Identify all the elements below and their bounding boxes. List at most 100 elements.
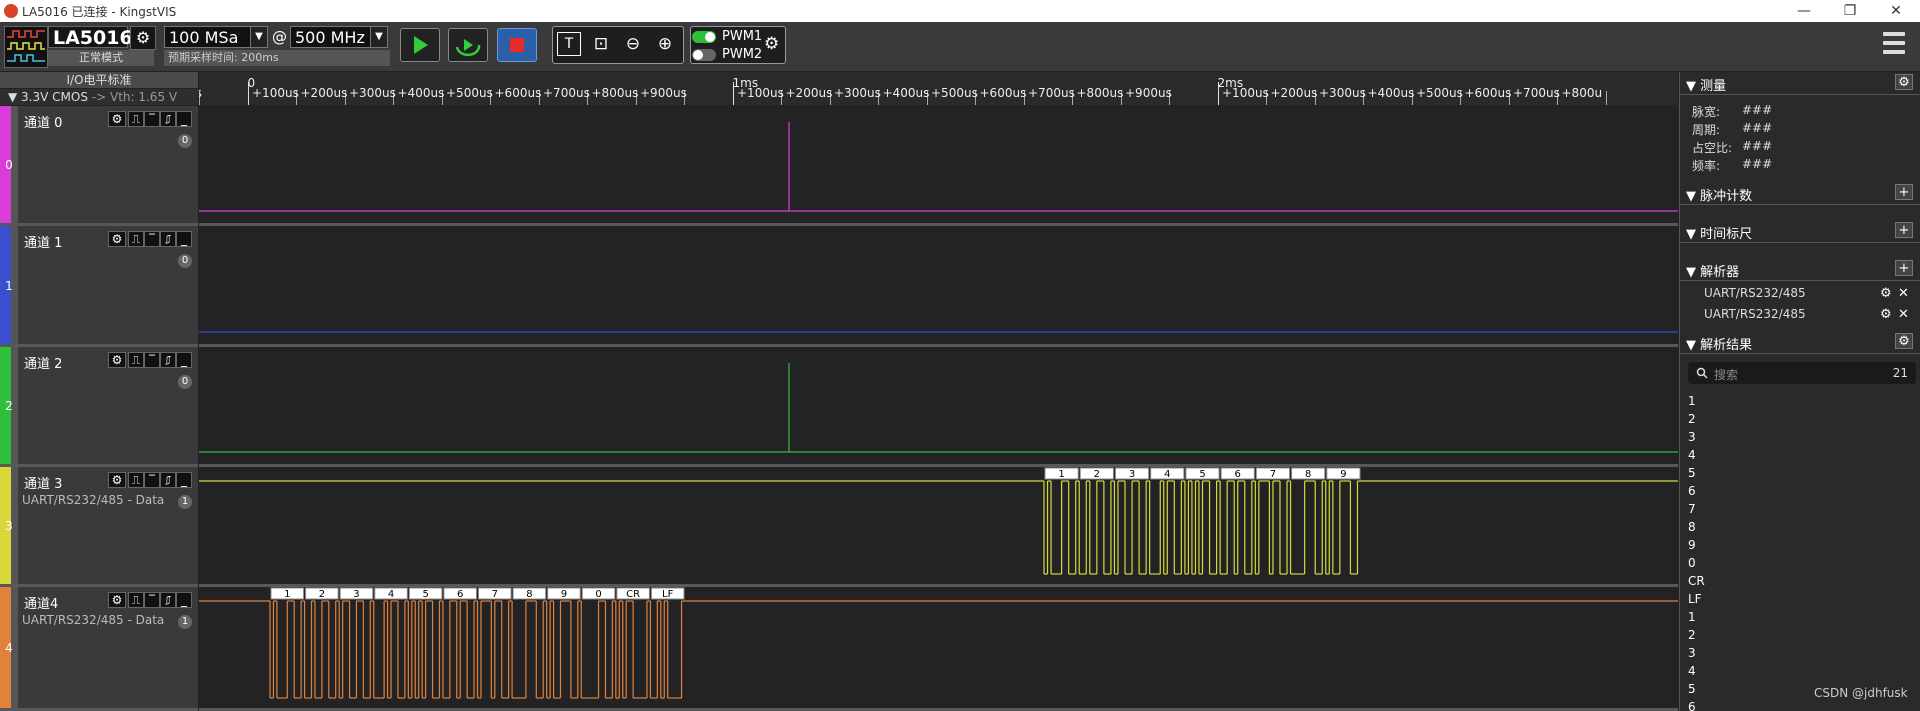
- results-title: 解析结果: [1700, 338, 1753, 353]
- channel-name[interactable]: 通道 1: [24, 232, 62, 251]
- pwm2-row[interactable]: PWM2: [692, 47, 772, 64]
- text-tool-icon[interactable]: T: [557, 32, 581, 56]
- falling-edge-trigger-icon[interactable]: ⎎: [160, 592, 176, 608]
- results-section[interactable]: ▼ 解析结果 ⚙: [1680, 331, 1920, 354]
- waveform-0[interactable]: [199, 106, 1678, 226]
- result-item[interactable]: 2: [1688, 410, 1916, 428]
- ruler-label: +300us: [834, 86, 881, 100]
- stop-button[interactable]: [497, 28, 537, 62]
- analyzer-section[interactable]: ▼ 解析器 +: [1680, 258, 1920, 281]
- waveform-3[interactable]: 1 2 3 4 5 6 7 8 9: [199, 467, 1678, 587]
- falling-edge-trigger-icon[interactable]: ⎎: [160, 472, 176, 488]
- repeat-start-button[interactable]: [448, 28, 488, 62]
- vth-value: -> Vth: 1.65 V: [91, 90, 178, 104]
- rising-edge-trigger-icon[interactable]: ⎍: [128, 352, 144, 368]
- time-ruler-title: 时间标尺: [1700, 227, 1753, 242]
- maximize-button[interactable]: ❐: [1830, 1, 1870, 21]
- rising-edge-trigger-icon[interactable]: ⎍: [128, 111, 144, 127]
- analyzer-remove-close-icon[interactable]: ✕: [1898, 286, 1909, 301]
- waveform-2[interactable]: [199, 347, 1678, 467]
- pwm1-row[interactable]: PWM1: [692, 29, 772, 46]
- analyzer-settings-gear-icon[interactable]: ⚙: [1880, 307, 1892, 322]
- high-level-trigger-icon[interactable]: ‾: [144, 352, 160, 368]
- add-analyzer-plus-icon[interactable]: +: [1895, 260, 1913, 276]
- channel-settings-gear-icon[interactable]: ⚙: [108, 231, 126, 247]
- falling-edge-trigger-icon[interactable]: ⎎: [160, 352, 176, 368]
- falling-edge-trigger-icon[interactable]: ⎎: [160, 111, 176, 127]
- result-item[interactable]: 6: [1688, 482, 1916, 500]
- low-level-trigger-icon[interactable]: _: [176, 231, 192, 247]
- channel-header-4[interactable]: 4 通道4 UART/RS232/485 - Data ⚙ ⎍ ‾ ⎎ _ 1: [0, 587, 198, 711]
- result-item[interactable]: 4: [1688, 662, 1916, 680]
- result-item[interactable]: 1: [1688, 608, 1916, 626]
- add-pulse-count-plus-icon[interactable]: +: [1895, 184, 1913, 200]
- results-search-input[interactable]: 搜索 21: [1688, 362, 1916, 384]
- pwm-settings-gear-icon[interactable]: ⚙: [764, 34, 779, 54]
- close-button[interactable]: ✕: [1876, 1, 1916, 21]
- result-item[interactable]: 0: [1688, 554, 1916, 572]
- low-level-trigger-icon[interactable]: _: [176, 352, 192, 368]
- result-item[interactable]: 2: [1688, 626, 1916, 644]
- channel-header-0[interactable]: 0 通道 0 ⚙ ⎍ ‾ ⎎ _ 0: [0, 106, 198, 226]
- time-ruler[interactable]: +900us0+100us+200us+300us+400us+500us+60…: [199, 72, 1678, 105]
- low-level-trigger-icon[interactable]: _: [176, 472, 192, 488]
- analyzer-item[interactable]: UART/RS232/485 ⚙ ✕: [1704, 286, 1914, 301]
- result-item[interactable]: LF: [1688, 590, 1916, 608]
- falling-edge-trigger-icon[interactable]: ⎎: [160, 231, 176, 247]
- low-level-trigger-icon[interactable]: _: [176, 592, 192, 608]
- measure-section[interactable]: ▼ 测量 ⚙: [1680, 72, 1920, 95]
- channel-name[interactable]: 通道4: [24, 593, 58, 612]
- pwm1-toggle[interactable]: [692, 31, 716, 43]
- io-standard-select[interactable]: ▼ 3.3V CMOS -> Vth: 1.65 V: [0, 89, 198, 105]
- high-level-trigger-icon[interactable]: ‾: [144, 472, 160, 488]
- result-item[interactable]: 5: [1688, 464, 1916, 482]
- channel-name[interactable]: 通道 2: [24, 353, 62, 372]
- waveform-4[interactable]: 1 2 3 4 5 6 7 8 9 0 CR LF: [199, 587, 1678, 711]
- result-item[interactable]: 3: [1688, 644, 1916, 662]
- add-time-ruler-plus-icon[interactable]: +: [1895, 222, 1913, 238]
- result-item[interactable]: 4: [1688, 446, 1916, 464]
- waveform-1[interactable]: [199, 226, 1678, 347]
- channel-header-2[interactable]: 2 通道 2 ⚙ ⎍ ‾ ⎎ _ 0: [0, 347, 198, 467]
- pulse-count-section[interactable]: ▼ 脉冲计数 +: [1680, 182, 1920, 205]
- channel-settings-gear-icon[interactable]: ⚙: [108, 352, 126, 368]
- hamburger-menu-icon[interactable]: [1883, 32, 1905, 58]
- zoom-fit-icon[interactable]: ⊡: [588, 31, 614, 57]
- high-level-trigger-icon[interactable]: ‾: [144, 111, 160, 127]
- result-item[interactable]: 7: [1688, 500, 1916, 518]
- high-level-trigger-icon[interactable]: ‾: [144, 231, 160, 247]
- channel-header-1[interactable]: 1 通道 1 ⚙ ⎍ ‾ ⎎ _ 0: [0, 226, 198, 347]
- results-settings-gear-icon[interactable]: ⚙: [1895, 333, 1913, 349]
- high-level-trigger-icon[interactable]: ‾: [144, 592, 160, 608]
- result-item[interactable]: 9: [1688, 536, 1916, 554]
- results-list[interactable]: 1 2 3 4 5 6 7 8 9 0 CR LF 1 2 3 4 5 6: [1688, 392, 1916, 711]
- channel-header-3[interactable]: 3 通道 3 UART/RS232/485 - Data ⚙ ⎍ ‾ ⎎ _ 1: [0, 467, 198, 587]
- sample-rate-select[interactable]: 500 MHz ▼: [290, 26, 388, 48]
- analyzer-settings-gear-icon[interactable]: ⚙: [1880, 286, 1892, 301]
- result-item[interactable]: CR: [1688, 572, 1916, 590]
- sample-depth-select[interactable]: 100 MSa ▼: [164, 26, 268, 48]
- time-ruler-section[interactable]: ▼ 时间标尺 +: [1680, 220, 1920, 243]
- rising-edge-trigger-icon[interactable]: ⎍: [128, 231, 144, 247]
- analyzer-remove-close-icon[interactable]: ✕: [1898, 307, 1909, 322]
- result-item[interactable]: 3: [1688, 428, 1916, 446]
- result-item[interactable]: 8: [1688, 518, 1916, 536]
- low-level-trigger-icon[interactable]: _: [176, 111, 192, 127]
- result-item[interactable]: 1: [1688, 392, 1916, 410]
- minimize-button[interactable]: —: [1784, 1, 1824, 21]
- start-button[interactable]: [400, 28, 440, 62]
- rising-edge-trigger-icon[interactable]: ⎍: [128, 592, 144, 608]
- channel-settings-gear-icon[interactable]: ⚙: [108, 592, 126, 608]
- zoom-in-icon[interactable]: ⊕: [652, 31, 678, 57]
- measure-settings-gear-icon[interactable]: ⚙: [1895, 74, 1913, 90]
- channel-name[interactable]: 通道 0: [24, 112, 62, 131]
- channel-settings-gear-icon[interactable]: ⚙: [108, 472, 126, 488]
- zoom-out-icon[interactable]: ⊖: [620, 31, 646, 57]
- device-settings-gear-icon[interactable]: ⚙: [130, 26, 156, 50]
- rising-edge-trigger-icon[interactable]: ⎍: [128, 472, 144, 488]
- channel-settings-gear-icon[interactable]: ⚙: [108, 111, 126, 127]
- channel-name[interactable]: 通道 3: [24, 473, 62, 492]
- analyzer-item[interactable]: UART/RS232/485 ⚙ ✕: [1704, 307, 1914, 322]
- pwm2-toggle[interactable]: [692, 49, 716, 61]
- channel-trigger-controls: ⚙ ⎍ ‾ ⎎ _: [108, 352, 194, 368]
